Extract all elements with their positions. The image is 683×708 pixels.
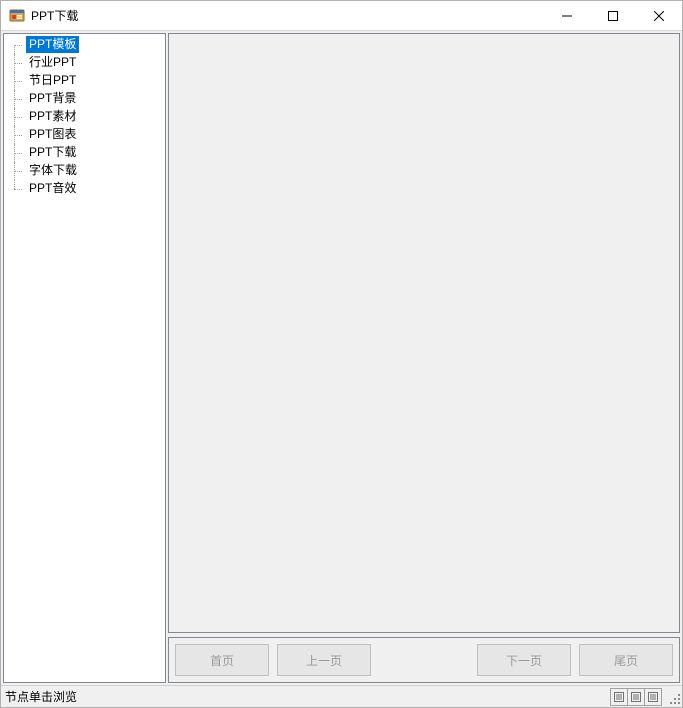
tree-connector	[8, 180, 22, 198]
first-page-button[interactable]: 首页	[175, 644, 269, 676]
tree-connector	[8, 54, 22, 72]
tree-item[interactable]: 节日PPT	[4, 72, 165, 90]
resize-grip[interactable]	[664, 688, 682, 706]
tree-item-label: PPT素材	[26, 108, 79, 125]
client-area: PPT模板行业PPT节日PPTPPT背景PPT素材PPT图表PPT下载字体下载P…	[1, 31, 682, 685]
tree-connector	[8, 36, 22, 54]
tree-item[interactable]: PPT音效	[4, 180, 165, 198]
tree-item-label: 节日PPT	[26, 72, 79, 89]
window-title: PPT下载	[31, 7, 78, 24]
minimize-button[interactable]	[544, 1, 590, 31]
prev-page-button[interactable]: 上一页	[277, 644, 371, 676]
tree-item-label: PPT模板	[26, 36, 79, 53]
next-page-button[interactable]: 下一页	[477, 644, 571, 676]
maximize-button[interactable]	[590, 1, 636, 31]
tree-item-label: PPT下载	[26, 144, 79, 161]
statusbar-cell-1	[610, 688, 628, 706]
pager-bar: 首页 上一页 下一页 尾页	[168, 637, 680, 683]
tree-item-label: 字体下载	[26, 162, 80, 179]
tree-connector	[8, 72, 22, 90]
app-icon	[9, 8, 25, 24]
app-window: PPT下载 PPT模板行业PPT节日PPTPPT背景PPT素材PPT图表PPT下…	[0, 0, 683, 708]
status-bar: 节点单击浏览	[1, 685, 682, 707]
right-panel: 首页 上一页 下一页 尾页	[168, 33, 680, 683]
close-button[interactable]	[636, 1, 682, 31]
tree-item-label: PPT背景	[26, 90, 79, 107]
title-bar[interactable]: PPT下载	[1, 1, 682, 31]
tree-item-label: 行业PPT	[26, 54, 79, 71]
statusbar-cell-3	[644, 688, 662, 706]
status-text: 节点单击浏览	[5, 688, 77, 705]
tree-connector	[8, 144, 22, 162]
tree-item[interactable]: PPT下载	[4, 144, 165, 162]
tree-item[interactable]: PPT图表	[4, 126, 165, 144]
tree-item[interactable]: 行业PPT	[4, 54, 165, 72]
statusbar-cell-2	[627, 688, 645, 706]
tree-item[interactable]: PPT背景	[4, 90, 165, 108]
tree-connector	[8, 108, 22, 126]
content-area	[168, 33, 680, 633]
category-tree[interactable]: PPT模板行业PPT节日PPTPPT背景PPT素材PPT图表PPT下载字体下载P…	[4, 36, 165, 198]
tree-connector	[8, 126, 22, 144]
category-tree-panel: PPT模板行业PPT节日PPTPPT背景PPT素材PPT图表PPT下载字体下载P…	[3, 33, 166, 683]
tree-connector	[8, 162, 22, 180]
tree-item[interactable]: PPT素材	[4, 108, 165, 126]
tree-item-label: PPT音效	[26, 180, 79, 197]
tree-connector	[8, 90, 22, 108]
last-page-button[interactable]: 尾页	[579, 644, 673, 676]
tree-item-label: PPT图表	[26, 126, 79, 143]
tree-item[interactable]: 字体下载	[4, 162, 165, 180]
tree-item[interactable]: PPT模板	[4, 36, 165, 54]
